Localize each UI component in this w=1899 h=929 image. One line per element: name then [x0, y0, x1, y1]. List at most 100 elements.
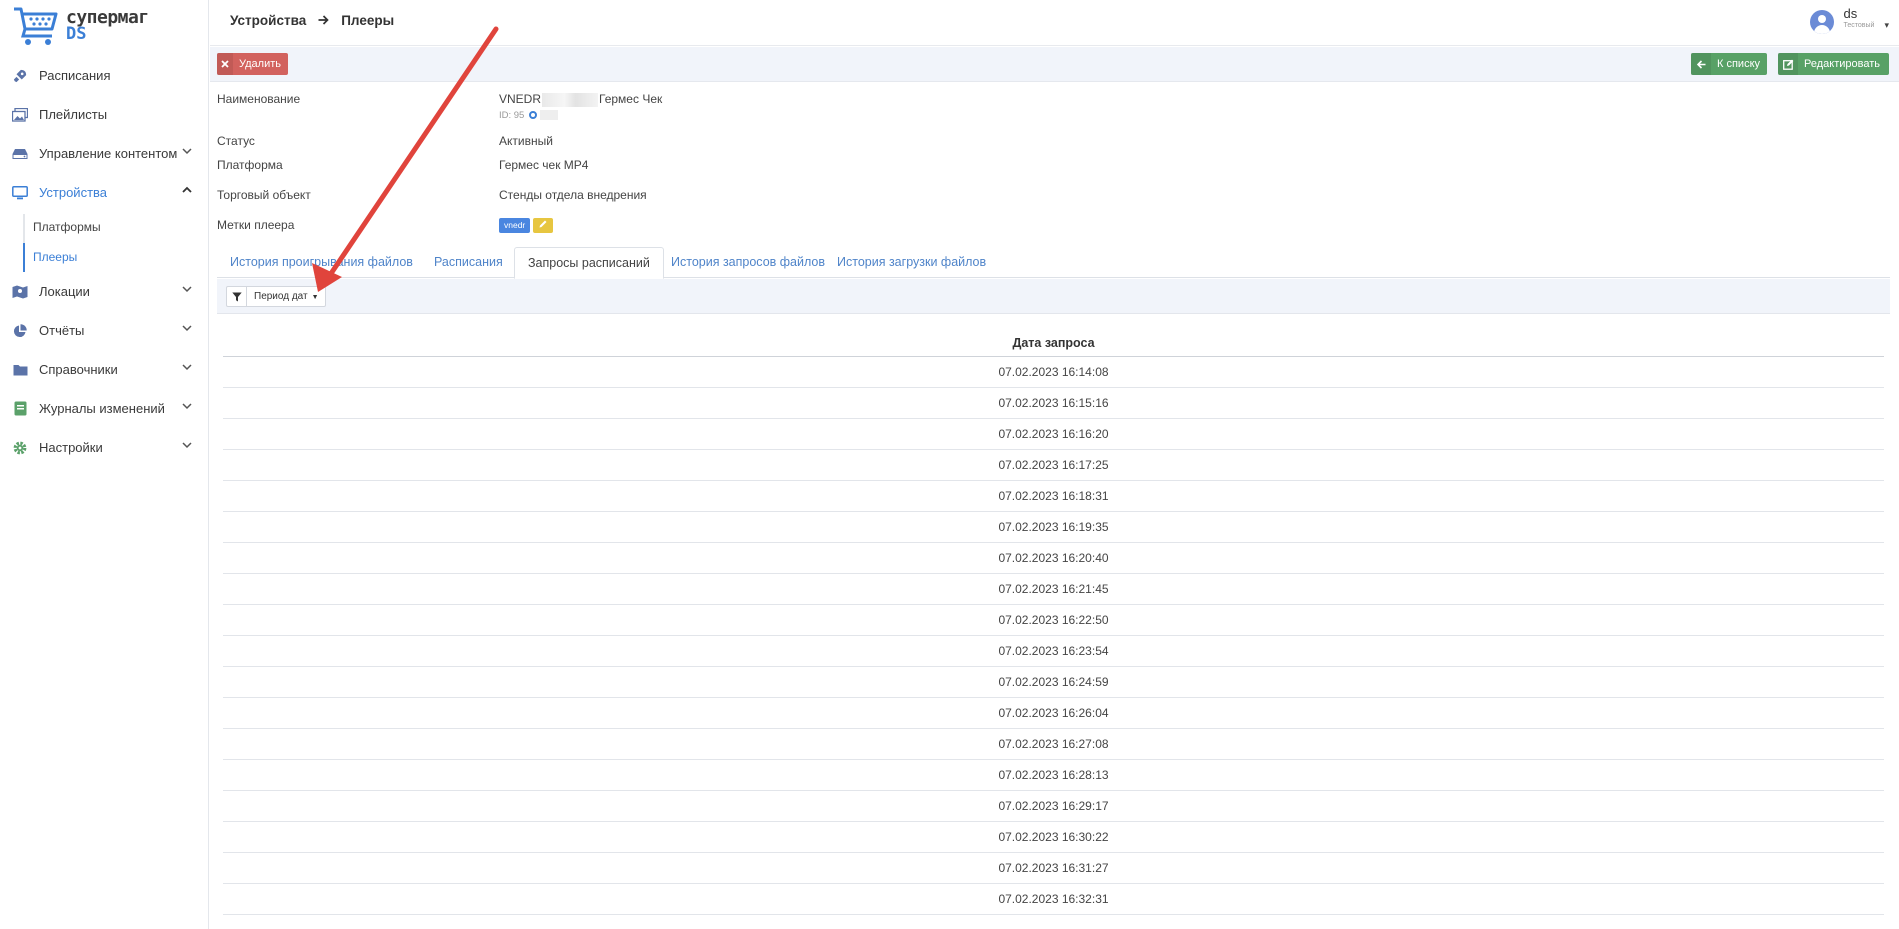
chevron-down-icon: [182, 362, 194, 374]
sidebar-item-label: Управление контентом: [39, 146, 178, 161]
table-row: 07.02.2023 16:17:25: [223, 450, 1884, 481]
detail-value-tags: vnedr: [499, 218, 554, 234]
table-row: 07.02.2023 16:30:22: [223, 822, 1884, 853]
subnav-active-rail: [23, 243, 25, 272]
delete-button-label: Удалить: [239, 58, 281, 70]
sidebar-item-settings[interactable]: Настройки: [0, 428, 209, 467]
sidebar-item-label: Расписания: [39, 68, 111, 83]
filter-label: Период дат: [254, 291, 308, 302]
tab-schedules[interactable]: Расписания: [421, 247, 516, 278]
detail-label: Торговый объект: [217, 188, 311, 202]
table-row: 07.02.2023 16:24:59: [223, 667, 1884, 698]
tab-file-request-history[interactable]: История запросов файлов: [658, 247, 838, 278]
table-row: 07.02.2023 16:16:20: [223, 419, 1884, 450]
table-row: 07.02.2023 16:21:45: [223, 574, 1884, 605]
sidebar: супермаг DS Расписания Плейлисты Управле…: [0, 0, 209, 929]
sidebar-item-label: Плейлисты: [39, 107, 108, 122]
sidebar-nav: Расписания Плейлисты Управление контенто…: [0, 56, 209, 467]
detail-label: Статус: [217, 134, 255, 148]
pencil-icon: [539, 220, 547, 228]
edit-icon: [1778, 53, 1798, 75]
table-row: 07.02.2023 16:27:08: [223, 729, 1884, 760]
table-row: 07.02.2023 16:18:31: [223, 481, 1884, 512]
sidebar-item-locations[interactable]: Локации: [0, 272, 209, 311]
filter-icon: [227, 287, 247, 306]
sidebar-item-schedules[interactable]: Расписания: [0, 56, 209, 95]
user-name: ds: [1843, 6, 1858, 21]
monitor-icon: [12, 185, 28, 201]
sidebar-item-devices[interactable]: Устройства: [0, 173, 209, 212]
player-name-suffix: Гермес Чек: [599, 92, 663, 106]
close-icon: [217, 53, 233, 75]
sidebar-item-label: Журналы изменений: [39, 401, 165, 416]
player-name-prefix: VNEDR: [499, 92, 542, 106]
brand-logo[interactable]: супермаг DS: [12, 4, 202, 48]
arrow-left-icon: [1691, 53, 1711, 75]
table-header-date[interactable]: Дата запроса: [223, 330, 1884, 357]
devices-subnav: Платформы Плееры: [0, 212, 209, 272]
edit-button-label: Редактировать: [1804, 58, 1880, 70]
table-row: 07.02.2023 16:32:31: [223, 884, 1884, 915]
detail-value-status: Активный: [499, 134, 553, 148]
table-row: 07.02.2023 16:26:04: [223, 698, 1884, 729]
table-row: 07.02.2023 16:23:54: [223, 636, 1884, 667]
tab-file-download-history[interactable]: История загрузки файлов: [824, 247, 999, 278]
sidebar-item-reports[interactable]: Отчёты: [0, 311, 209, 350]
table-body: 07.02.2023 16:14:08 07.02.2023 16:15:16 07…: [223, 357, 1884, 915]
tag-badge: vnedr: [499, 218, 531, 234]
detail-value-object: Стенды отдела внедрения: [499, 188, 647, 202]
user-menu[interactable]: ds Тестовый ▾: [1809, 6, 1889, 34]
sidebar-item-label: Справочники: [39, 362, 118, 377]
arrow-right-icon: [318, 13, 329, 28]
breadcrumb-players: Плееры: [341, 13, 395, 28]
avatar: [1809, 10, 1834, 34]
caret-down-icon: ▾: [1884, 20, 1889, 30]
cart-logo-icon: [14, 7, 58, 45]
folder-icon: [12, 362, 28, 378]
sidebar-subitem-players[interactable]: Плееры: [23, 242, 209, 272]
back-to-list-button[interactable]: К списку: [1691, 53, 1767, 75]
sidebar-subitem-platforms[interactable]: Платформы: [23, 212, 209, 242]
tab-playback-history[interactable]: История проигрывания файлов: [217, 247, 426, 278]
sidebar-item-label: Отчёты: [39, 323, 85, 338]
schedule-requests-table: Дата запроса 07.02.2023 16:14:08 07.02.20…: [223, 330, 1884, 915]
edit-button[interactable]: Редактировать: [1778, 53, 1889, 75]
table-row: 07.02.2023 16:28:13: [223, 760, 1884, 791]
breadcrumb: Устройства Плееры: [230, 13, 394, 28]
action-toolbar: Удалить К списку Редактировать: [210, 47, 1899, 82]
detail-label: Наименование: [217, 92, 301, 106]
brand-sub: DS: [66, 24, 87, 44]
copy-icon[interactable]: [529, 111, 538, 120]
tab-schedule-requests[interactable]: Запросы расписаний: [514, 247, 664, 279]
rocket-icon: [12, 68, 28, 84]
top-header: Устройства Плееры ds Тестовый ▾: [210, 0, 1899, 46]
sidebar-item-content[interactable]: Управление контентом: [0, 134, 209, 173]
sidebar-item-label: Локации: [39, 284, 90, 299]
breadcrumb-devices[interactable]: Устройства: [230, 13, 306, 28]
detail-label: Платформа: [217, 158, 283, 172]
detail-tabs: История проигрывания файлов Расписания З…: [217, 247, 1890, 279]
pie-chart-icon: [12, 323, 28, 339]
sidebar-item-changelogs[interactable]: Журналы изменений: [0, 389, 209, 428]
user-role: Тестовый: [1843, 22, 1875, 29]
edit-tags-button[interactable]: [533, 218, 554, 234]
table-row: 07.02.2023 16:29:17: [223, 791, 1884, 822]
sidebar-item-directories[interactable]: Справочники: [0, 350, 209, 389]
detail-value-platform: Гермес чек MP4: [499, 158, 589, 172]
sidebar-item-playlists[interactable]: Плейлисты: [0, 95, 209, 134]
delete-button[interactable]: Удалить: [217, 53, 288, 75]
journal-icon: [12, 401, 28, 417]
chevron-down-icon: [182, 323, 194, 335]
table-row: 07.02.2023 16:31:27: [223, 853, 1884, 884]
table-row: 07.02.2023 16:22:50: [223, 605, 1884, 636]
images-icon: [12, 107, 28, 123]
sidebar-item-label: Настройки: [39, 440, 103, 455]
map-icon: [12, 284, 28, 300]
chevron-up-icon: [182, 185, 194, 197]
chevron-down-icon: [182, 146, 194, 158]
chevron-down-icon: [182, 284, 194, 296]
table-row: 07.02.2023 16:19:35: [223, 512, 1884, 543]
chevron-down-icon: [182, 401, 194, 413]
date-period-filter-button[interactable]: Период дат ▼: [226, 286, 326, 307]
detail-label: Метки плеера: [217, 218, 295, 232]
